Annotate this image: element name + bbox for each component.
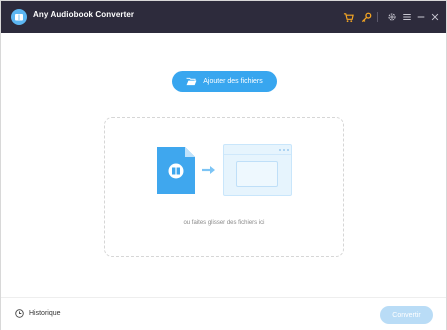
app-window-illustration	[223, 144, 292, 196]
folder-open-icon	[186, 77, 197, 86]
clock-icon	[15, 309, 24, 318]
add-files-label: Ajouter des fichiers	[203, 78, 263, 85]
history-label: Historique	[29, 310, 61, 317]
minimize-icon[interactable]	[415, 11, 427, 23]
drop-hint-text: ou faites glisser des fichiers ici	[183, 220, 265, 226]
app-logo-icon	[11, 9, 27, 25]
app-window: Any Audiobook Converter Ajouter des fich…	[0, 0, 447, 330]
app-title: Any Audiobook Converter	[33, 10, 135, 19]
history-button[interactable]: Historique	[15, 309, 61, 318]
title-bar: Any Audiobook Converter	[1, 1, 446, 33]
audiobook-file-icon	[157, 147, 195, 194]
arrow-right-icon	[202, 166, 215, 174]
menu-icon[interactable]	[401, 11, 413, 23]
footer-bar: Historique Convertir	[1, 297, 446, 330]
key-icon[interactable]	[360, 11, 372, 23]
close-icon[interactable]	[429, 11, 441, 23]
convert-button[interactable]: Convertir	[380, 306, 433, 324]
add-files-button[interactable]: Ajouter des fichiers	[172, 71, 277, 92]
settings-icon[interactable]	[386, 11, 398, 23]
cart-icon[interactable]	[342, 11, 354, 23]
titlebar-separator	[377, 12, 378, 22]
